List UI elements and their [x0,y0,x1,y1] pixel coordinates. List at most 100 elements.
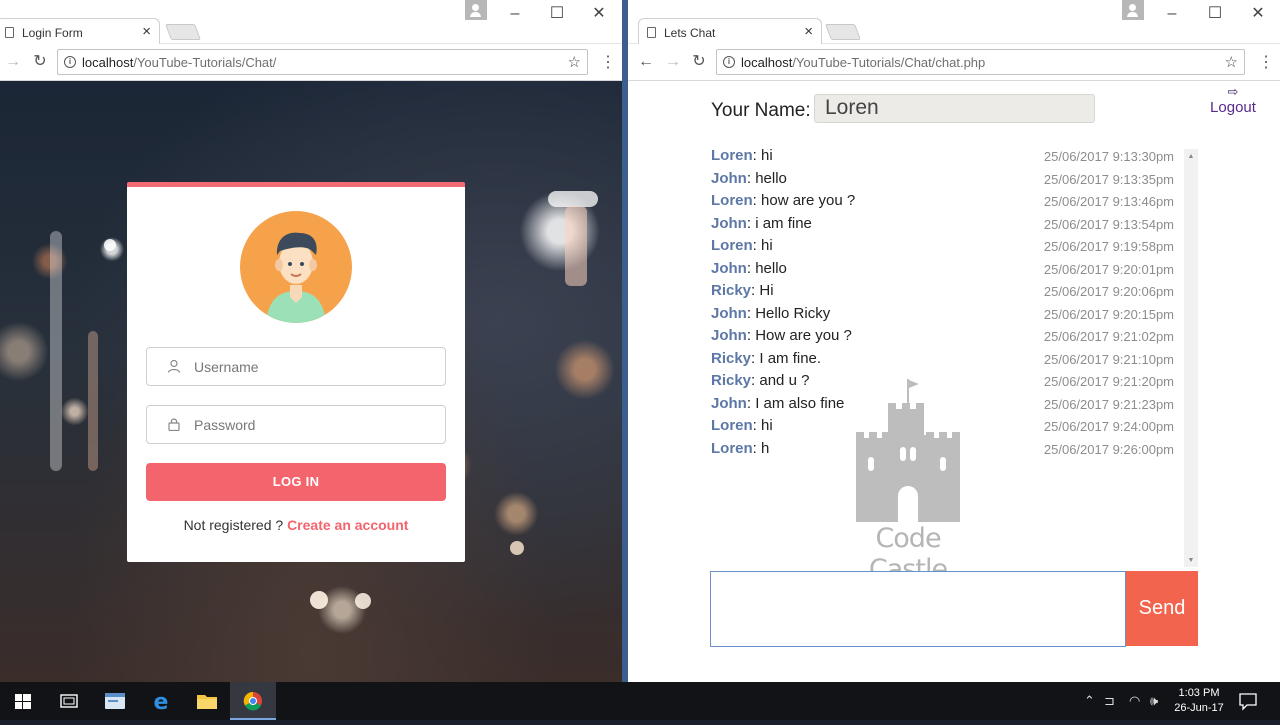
maximize-icon[interactable]: ☐ [547,4,567,24]
message-author: John [711,304,747,322]
forward-icon[interactable]: → [2,51,24,73]
wifi-icon[interactable]: ◠ [1129,693,1140,709]
taskbar-chrome[interactable] [230,682,276,720]
chat-browser-window: Lets Chat × – ☐ ✕ ← → ↻ i localhost/YouTu… [628,0,1280,682]
url-host: localhost [82,55,134,70]
background-light [310,591,328,609]
taskbar-file-explorer[interactable] [184,682,230,720]
your-name-label: Your Name: [711,100,811,121]
message-text: hi [761,237,773,254]
address-bar[interactable]: i localhost/YouTube-Tutorials/Chat/ ☆ [57,49,588,75]
address-bar[interactable]: i localhost/YouTube-Tutorials/Chat/chat.p… [716,49,1245,75]
minimize-icon[interactable]: – [1162,4,1182,24]
bookmark-star-icon[interactable]: ☆ [568,53,581,71]
user-avatar-icon [240,211,352,323]
browser-toolbar: ← → ↻ i localhost/YouTube-Tutorials/Chat/… [628,44,1280,81]
message-text: h [761,439,770,457]
message-text: How are you ? [755,327,852,344]
reload-icon[interactable]: ↻ [29,51,51,73]
login-browser-window: Login Form × – ☐ ✕ → ↻ i localhost/YouTub… [0,0,622,682]
reload-icon[interactable]: ↻ [688,51,710,73]
background-light [104,239,116,251]
password-field[interactable]: Password [146,405,446,444]
start-button[interactable] [0,682,46,720]
username-field[interactable]: Username [146,347,446,386]
message-input[interactable] [710,571,1126,647]
network-device-icon[interactable]: ⊐ [1104,693,1115,709]
message-text: i am fine [755,214,812,232]
profile-icon[interactable] [1122,0,1144,20]
taskbar-edge[interactable]: e [138,682,184,720]
message-colon: : [752,192,762,209]
background-light [355,593,371,609]
tab-title: Login Form [22,26,83,40]
info-icon[interactable]: i [723,56,735,68]
message-colon: : [746,259,756,277]
message-author: John [711,327,747,344]
menu-icon[interactable]: ⋮ [1258,52,1274,72]
app-window-icon [105,693,125,709]
message-colon: : [752,237,762,254]
login-page: Username Password LOG IN Not registered … [0,81,622,682]
chat-scrollbar[interactable]: ▲ ▼ [1184,149,1198,567]
message-author: Ricky [711,372,752,389]
forward-icon[interactable]: → [662,51,684,73]
tab-login-form[interactable]: Login Form × [0,18,160,45]
logout-button[interactable]: ⇨ Logout [1208,85,1258,117]
message-time: 25/06/2017 9:20:01pm [1043,261,1174,277]
login-button[interactable]: LOG IN [146,463,446,501]
message-time: 25/06/2017 9:24:00pm [1043,419,1174,434]
close-window-icon[interactable]: ✕ [1248,4,1268,24]
message-text: hello [755,169,787,187]
new-tab-button[interactable] [825,24,861,40]
new-tab-button[interactable] [165,24,201,40]
svg-text:e: e [154,690,169,715]
background-light [510,541,524,555]
chat-message: John: Hello Ricky 25/06/2017 9:20:15pm [711,305,1198,328]
message-time: 25/06/2017 9:20:15pm [1043,306,1174,322]
url-path: /YouTube-Tutorials/Chat/ [133,55,277,70]
volume-icon[interactable]: 🕪 [1150,693,1158,709]
login-card: Username Password LOG IN Not registered … [127,182,465,562]
background-light [565,206,587,286]
chat-message: John: i am fine 25/06/2017 9:13:54pm [711,215,1198,238]
scroll-up-icon[interactable]: ▲ [1184,151,1198,163]
scroll-down-icon[interactable]: ▼ [1184,555,1198,567]
tab-lets-chat[interactable]: Lets Chat × [638,18,822,45]
action-center-button[interactable] [1236,691,1260,711]
back-icon[interactable]: ← [635,51,657,73]
minimize-icon[interactable]: – [505,4,525,24]
show-hidden-icons-icon[interactable]: ⌃ [1084,693,1095,709]
your-name-field[interactable]: Loren [814,94,1095,123]
system-clock[interactable]: 1:03 PM 26-Jun-17 [1168,686,1230,716]
send-button[interactable]: Send [1126,571,1198,646]
message-colon: : [752,439,762,457]
taskbar-app[interactable] [92,682,138,720]
message-colon: : [746,394,756,412]
message-colon: : [746,169,756,187]
message-colon: : [752,147,762,164]
close-tab-icon[interactable]: × [142,23,151,40]
message-text: I am fine. [759,349,822,367]
clock-date: 26-Jun-17 [1174,702,1224,714]
edge-browser-icon: e [154,690,169,715]
info-icon[interactable]: i [64,56,76,68]
background-light [548,191,598,207]
create-account-link[interactable]: Create an account [287,517,408,533]
maximize-icon[interactable]: ☐ [1205,4,1225,24]
bookmark-star-icon[interactable]: ☆ [1225,53,1238,71]
menu-icon[interactable]: ⋮ [600,52,616,72]
chat-message: Ricky: and u ? 25/06/2017 9:21:20pm [711,372,1198,395]
notification-icon [1239,693,1257,711]
message-text: hi [761,417,773,434]
close-tab-icon[interactable]: × [804,23,813,40]
message-time: 25/06/2017 9:13:54pm [1043,216,1174,232]
chat-message: Loren: how are you ? 25/06/2017 9:13:46pm [711,192,1198,215]
profile-icon[interactable] [465,0,487,20]
task-view-button[interactable] [46,682,92,720]
close-window-icon[interactable]: ✕ [589,4,609,24]
chat-message: John: hello 25/06/2017 9:13:35pm [711,170,1198,193]
message-author: John [711,169,747,187]
logout-label: Logout [1210,99,1256,116]
message-time: 25/06/2017 9:26:00pm [1043,441,1174,457]
